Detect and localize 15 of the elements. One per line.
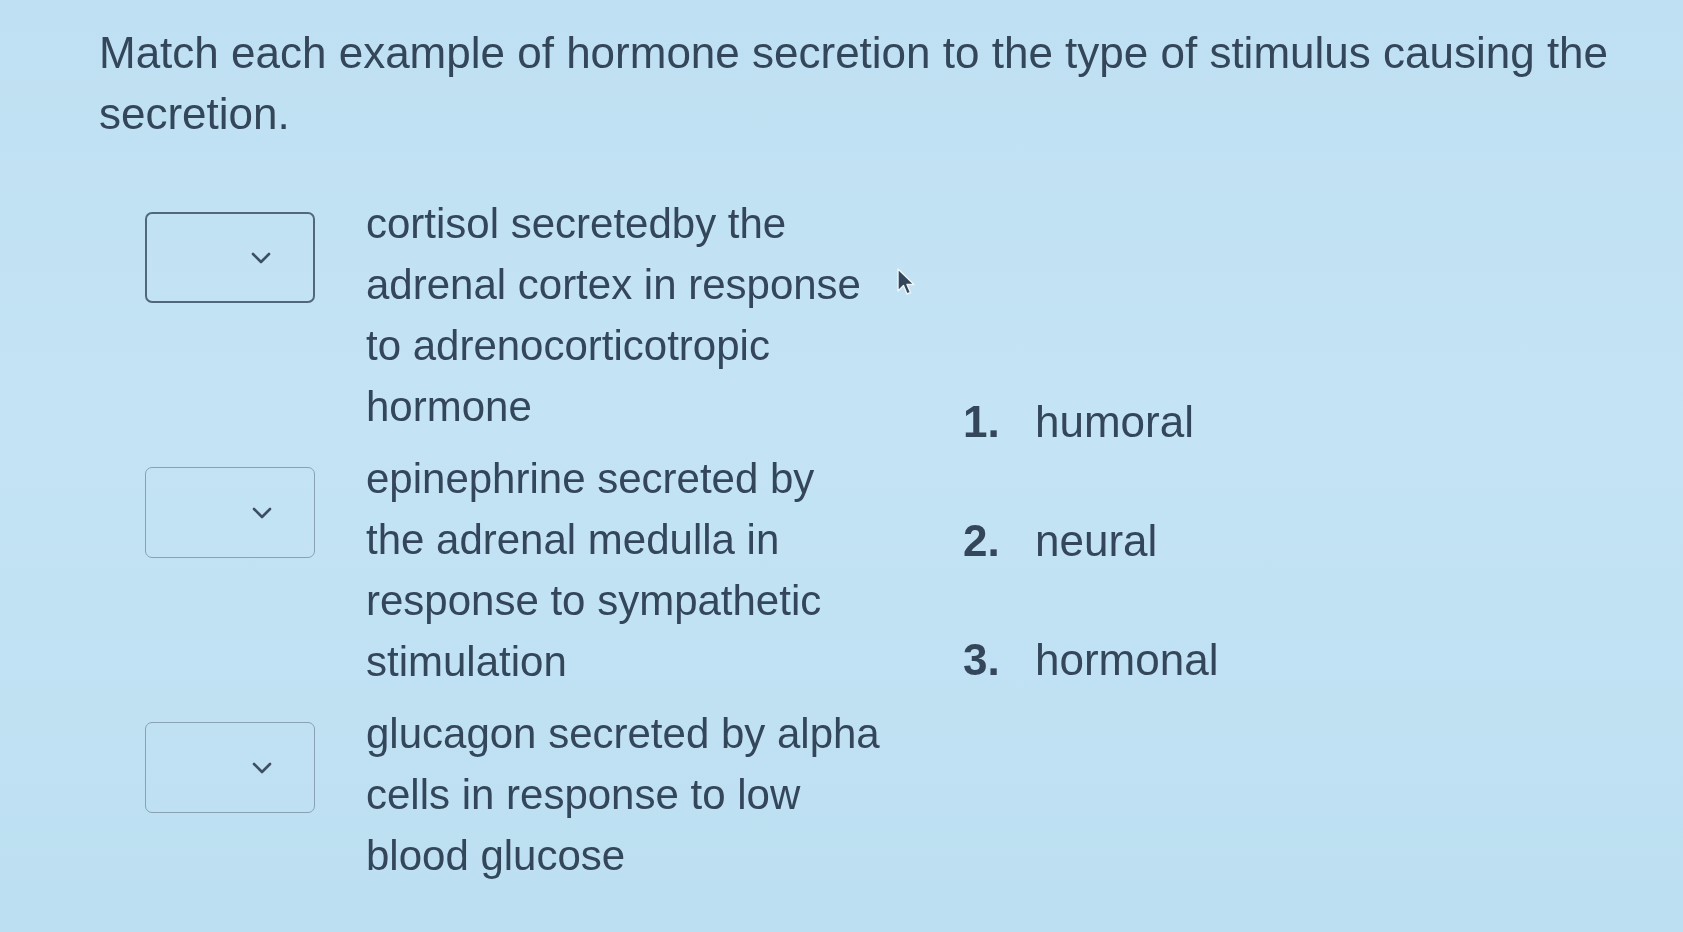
chevron-down-icon	[252, 761, 272, 774]
cursor-arrow-icon	[896, 267, 916, 297]
chevron-down-icon	[251, 251, 271, 264]
option-number: 2.	[963, 515, 1001, 567]
match-description: glucagon secreted by alpha cells in response to low blood glucose	[366, 709, 881, 881]
option-label: humoral	[1035, 396, 1194, 448]
option-label: hormonal	[1035, 634, 1219, 686]
dropdown[interactable]	[145, 467, 315, 558]
instruction-text: Match each example of hormone secretion to the type of stimulus causing the secretion.	[99, 27, 1610, 140]
option-label: neural	[1035, 515, 1158, 567]
dropdown[interactable]	[145, 212, 315, 303]
option-number: 1.	[963, 396, 1001, 448]
dropdown[interactable]	[145, 722, 315, 813]
option-number: 3.	[963, 634, 1001, 686]
chevron-down-icon	[252, 506, 272, 519]
